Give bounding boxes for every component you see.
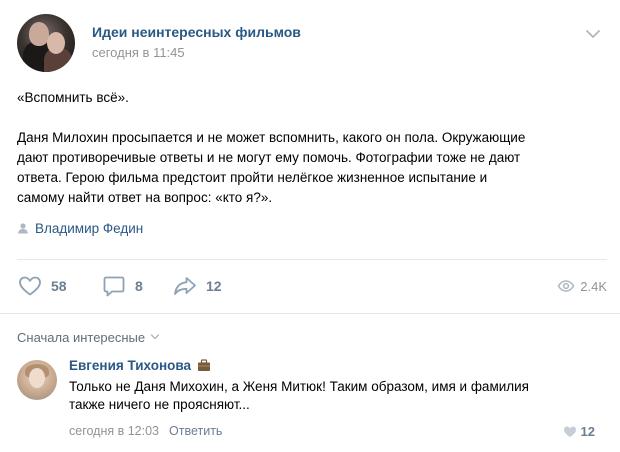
briefcase-icon bbox=[198, 359, 210, 371]
comment-item: Евгения Тихонова Только не Даня Михохин,… bbox=[17, 356, 607, 446]
chevron-down-icon[interactable] bbox=[583, 26, 603, 42]
reply-button[interactable]: Ответить bbox=[169, 424, 222, 438]
post-body-line: Даня Милохин просыпается и не может вспо… bbox=[17, 130, 526, 145]
post-actions: 58 8 12 2.4K bbox=[17, 273, 607, 299]
heart-icon bbox=[563, 426, 576, 437]
divider bbox=[0, 313, 620, 314]
comment-count: 8 bbox=[135, 278, 143, 294]
comment-like-count: 12 bbox=[580, 423, 595, 439]
post-body-line: дают противоречивые ответы и не могут ем… bbox=[17, 150, 521, 165]
group-name-link[interactable]: Идеи неинтересных фильмов bbox=[92, 24, 301, 40]
like-button[interactable]: 58 bbox=[17, 273, 67, 299]
comments-sort-dropdown[interactable]: Сначала интересные bbox=[17, 328, 160, 346]
comment-like-button[interactable]: 12 bbox=[563, 422, 595, 440]
share-count: 12 bbox=[206, 278, 222, 294]
post-author[interactable]: Владимир Федин bbox=[17, 219, 143, 237]
post-time[interactable]: сегодня в 11:45 bbox=[92, 45, 185, 60]
comment-text-line: также ничего не проясняют... bbox=[69, 397, 250, 412]
avatar[interactable] bbox=[17, 360, 57, 400]
views-counter: 2.4K bbox=[557, 273, 607, 299]
comment-text-line: Только не Даня Михохин, а Женя Митюк! Та… bbox=[69, 379, 529, 394]
comment-text: Только не Даня Михохин, а Женя Митюк! Та… bbox=[69, 378, 599, 414]
heart-icon bbox=[19, 276, 41, 296]
share-button[interactable]: 12 bbox=[172, 273, 222, 299]
person-icon bbox=[18, 223, 28, 234]
post-body-line: самому найти ответ на вопрос: «кто я?». bbox=[17, 190, 273, 205]
group-avatar[interactable] bbox=[17, 14, 75, 72]
post-text: «Вспомнить всё». Даня Милохин просыпаетс… bbox=[17, 88, 602, 208]
post-body-line: ответа. Герою фильма предстоит пройти не… bbox=[17, 170, 488, 185]
comment-time[interactable]: сегодня в 12:03 bbox=[69, 424, 159, 438]
commenter-name[interactable]: Евгения Тихонова bbox=[69, 358, 191, 373]
views-count: 2.4K bbox=[580, 278, 607, 294]
post-title-line: «Вспомнить всё». bbox=[17, 90, 129, 105]
comment-icon bbox=[103, 276, 125, 297]
commenter-line: Евгения Тихонова bbox=[69, 358, 211, 373]
comment-meta: сегодня в 12:03 Ответить bbox=[69, 422, 222, 440]
author-name[interactable]: Владимир Федин bbox=[35, 221, 143, 236]
eye-icon bbox=[557, 280, 575, 292]
comment-button[interactable]: 8 bbox=[101, 273, 143, 299]
share-arrow-icon bbox=[174, 277, 196, 295]
divider bbox=[17, 259, 607, 260]
sort-label[interactable]: Сначала интересные bbox=[17, 330, 145, 345]
chevron-down-icon bbox=[150, 334, 160, 340]
like-count: 58 bbox=[51, 278, 67, 294]
post-header: Идеи неинтересных фильмов сегодня в 11:4… bbox=[17, 14, 607, 72]
